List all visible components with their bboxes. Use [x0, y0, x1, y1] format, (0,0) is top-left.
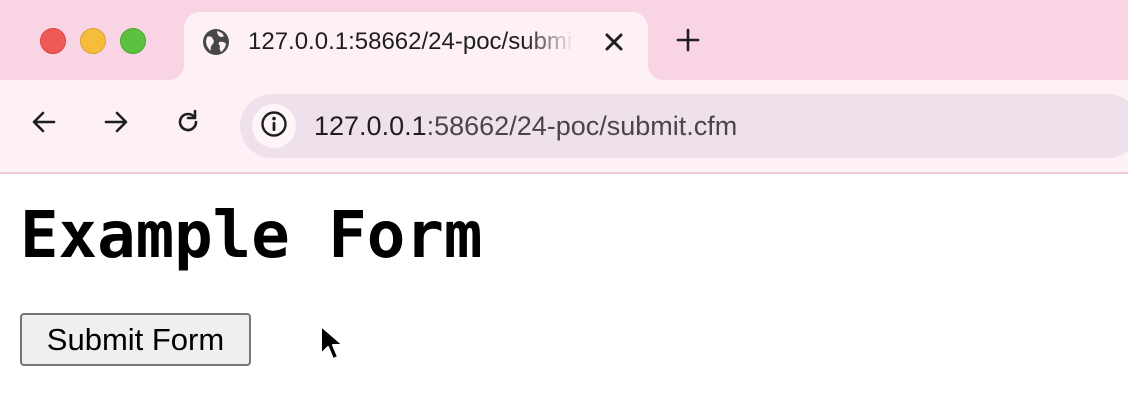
- tab-title: 127.0.0.1:58662/24-poc/submit.cfm: [248, 28, 574, 55]
- window-close-button[interactable]: [40, 28, 66, 54]
- info-icon: [260, 110, 288, 143]
- page-title: Example Form: [20, 199, 483, 273]
- browser-chrome: 127.0.0.1:58662/24-poc/submit.cfm: [0, 0, 1128, 174]
- new-tab-button[interactable]: [672, 26, 704, 58]
- back-button[interactable]: [26, 106, 62, 142]
- tab-strip: 127.0.0.1:58662/24-poc/submit.cfm: [0, 0, 1128, 80]
- browser-toolbar: 127.0.0.1:58662/24-poc/submit.cfm: [0, 80, 1128, 173]
- site-info-button[interactable]: [252, 104, 296, 148]
- reload-button[interactable]: [170, 106, 206, 142]
- plus-icon: [676, 28, 700, 57]
- url-path: :58662/24-poc/submit.cfm: [426, 111, 738, 141]
- window-minimize-button[interactable]: [80, 28, 106, 54]
- browser-tab-active[interactable]: 127.0.0.1:58662/24-poc/submit.cfm: [168, 12, 664, 80]
- globe-icon: [202, 28, 230, 56]
- page-content: Example Form Submit Form: [0, 174, 1128, 410]
- reload-icon: [174, 108, 202, 141]
- address-bar[interactable]: 127.0.0.1:58662/24-poc/submit.cfm: [240, 94, 1128, 158]
- url-host: 127.0.0.1: [314, 111, 427, 141]
- close-icon[interactable]: [600, 28, 628, 56]
- submit-form-button[interactable]: Submit Form: [20, 313, 251, 366]
- forward-button[interactable]: [98, 106, 134, 142]
- window-maximize-button[interactable]: [120, 28, 146, 54]
- url-text[interactable]: 127.0.0.1:58662/24-poc/submit.cfm: [314, 110, 737, 142]
- arrow-right-icon: [102, 108, 130, 141]
- arrow-left-icon: [30, 108, 58, 141]
